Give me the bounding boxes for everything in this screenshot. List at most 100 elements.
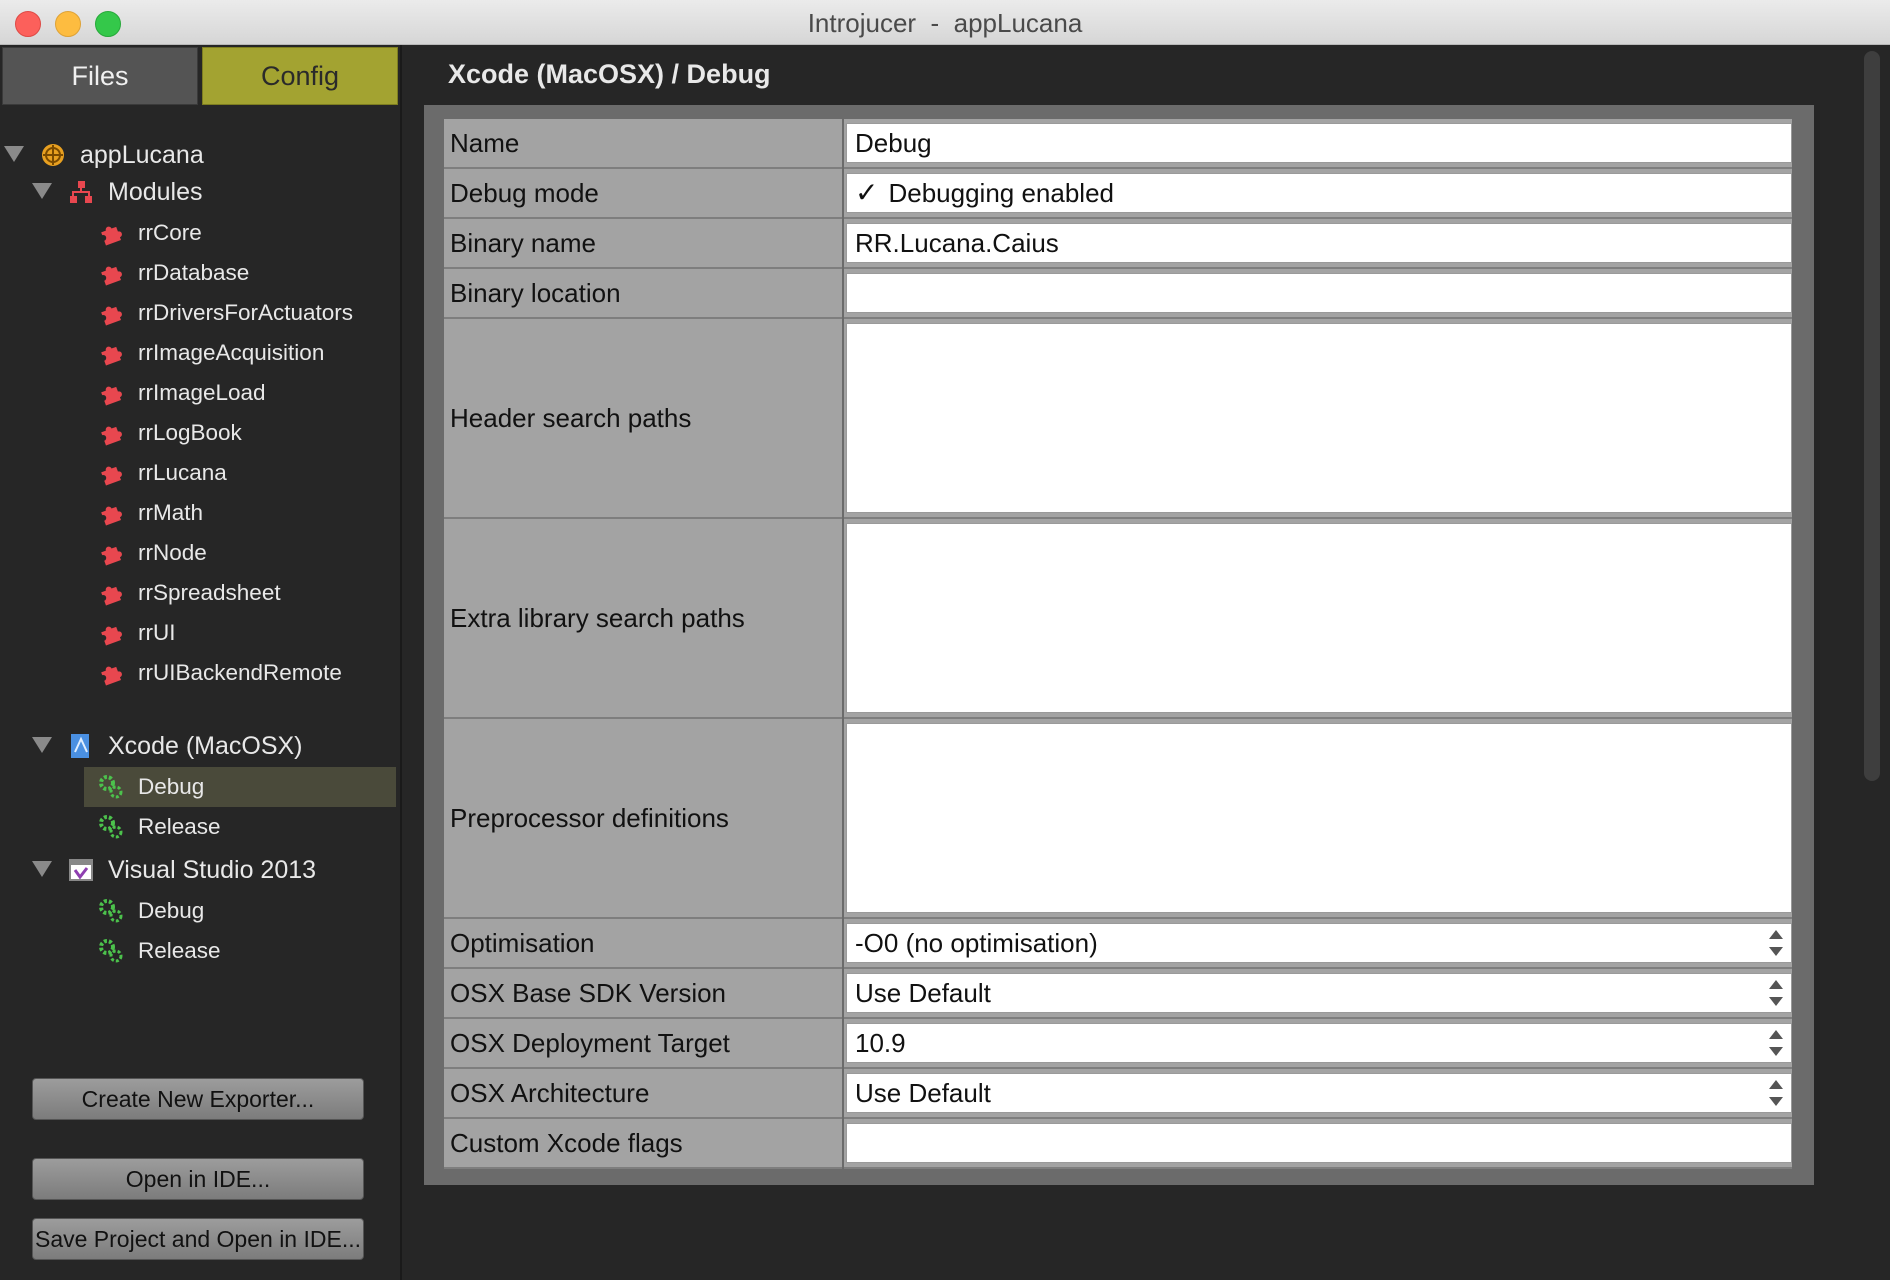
property-row-name: Name Debug: [444, 119, 1792, 169]
module-puzzle-icon: [101, 666, 122, 686]
tree-item-label: rrUI: [138, 620, 176, 645]
custom-xcode-flags-field[interactable]: [846, 1123, 1792, 1163]
tree-item-label: rrDatabase: [138, 260, 250, 285]
tree-item-config-debug[interactable]: Debug: [98, 892, 204, 930]
window-title: Introjucer - appLucana: [807, 8, 1083, 38]
tree-item-config-release[interactable]: Release: [98, 932, 221, 970]
binary-location-field[interactable]: [846, 273, 1792, 313]
main-panel: Xcode (MacOSX) / Debug Name Debug Debug …: [402, 45, 1890, 1280]
tree-item-module[interactable]: rrLogBook: [98, 414, 242, 452]
tree-item-config-debug[interactable]: Debug: [98, 768, 204, 806]
tree-item-label: Release: [138, 938, 221, 963]
tree-item-exporter-xcode[interactable]: Xcode (MacOSX): [68, 727, 303, 765]
tab-config[interactable]: Config: [202, 47, 398, 105]
tree-item-label: rrUIBackendRemote: [138, 660, 342, 685]
module-puzzle-icon: [101, 626, 122, 646]
binary-name-field[interactable]: RR.Lucana.Caius: [846, 223, 1792, 263]
property-label: OSX Deployment Target: [444, 1019, 842, 1069]
select-arrows-icon[interactable]: [1769, 1080, 1783, 1106]
tree-item-module[interactable]: rrCore: [98, 214, 202, 252]
name-field[interactable]: Debug: [846, 123, 1792, 163]
select-arrows-icon[interactable]: [1769, 930, 1783, 956]
open-in-ide-button[interactable]: Open in IDE...: [32, 1158, 364, 1200]
optimisation-select[interactable]: -O0 (no optimisation): [846, 923, 1792, 963]
property-row-binary-location: Binary location: [444, 269, 1792, 319]
debug-mode-toggle[interactable]: ✓ Debugging enabled: [846, 173, 1792, 213]
property-label: Preprocessor definitions: [444, 719, 842, 919]
tree-item-label: rrImageAcquisition: [138, 340, 325, 365]
xcode-icon: [71, 734, 89, 758]
tree-item-modules[interactable]: Modules: [68, 173, 203, 211]
title-bar: Introjucer - appLucana: [0, 0, 1890, 45]
tree-item-module[interactable]: rrNode: [98, 534, 207, 572]
property-label: OSX Base SDK Version: [444, 969, 842, 1019]
config-gear-icon: [99, 899, 123, 923]
tree-item-module[interactable]: rrImageLoad: [98, 374, 266, 412]
create-exporter-button[interactable]: Create New Exporter...: [32, 1078, 364, 1120]
osx-sdk-value: Use Default: [855, 977, 991, 1008]
scrollbar[interactable]: [1864, 51, 1880, 781]
tree-item-module[interactable]: rrLucana: [98, 454, 227, 492]
visual-studio-icon: [69, 859, 93, 881]
config-gear-icon: [99, 775, 123, 799]
property-row-optimisation: Optimisation -O0 (no optimisation): [444, 919, 1792, 969]
tree-item-label: rrMath: [138, 500, 204, 525]
property-label: Extra library search paths: [444, 519, 842, 719]
tree-item-label: Visual Studio 2013: [108, 855, 317, 884]
module-puzzle-icon: [101, 346, 122, 366]
tree-item-module[interactable]: rrSpreadsheet: [98, 574, 281, 612]
property-label: Debug mode: [444, 169, 842, 219]
properties-panel: Name Debug Debug mode ✓ Debugging enable…: [424, 105, 1814, 1185]
tree-item-label: rrLogBook: [138, 420, 242, 445]
tree-item-project[interactable]: appLucana: [40, 136, 204, 174]
osx-sdk-select[interactable]: Use Default: [846, 973, 1792, 1013]
property-row-custom-xcode: Custom Xcode flags: [444, 1119, 1792, 1169]
module-puzzle-icon: [101, 506, 122, 526]
tree-item-label: rrSpreadsheet: [138, 580, 281, 605]
checkmark-icon[interactable]: ✓: [855, 179, 878, 207]
tab-files[interactable]: Files: [2, 47, 198, 105]
tree-item-label: Modules: [108, 177, 203, 206]
tree-item-label: rrLucana: [138, 460, 227, 485]
property-row-osx-target: OSX Deployment Target 10.9: [444, 1019, 1792, 1069]
tree-item-module[interactable]: rrDatabase: [98, 254, 249, 292]
tree-item-label: Debug: [138, 898, 205, 923]
osx-target-value: 10.9: [855, 1027, 906, 1058]
extra-library-search-paths-field[interactable]: [846, 523, 1792, 713]
module-puzzle-icon: [101, 226, 122, 246]
property-row-header-search: Header search paths: [444, 319, 1792, 519]
property-row-osx-sdk: OSX Base SDK Version Use Default: [444, 969, 1792, 1019]
tree-item-module[interactable]: rrUIBackendRemote: [98, 654, 342, 692]
tree-item-label: Debug: [138, 774, 205, 799]
osx-arch-value: Use Default: [855, 1077, 991, 1108]
tree-item-module[interactable]: rrDriversForActuators: [98, 294, 353, 332]
module-puzzle-icon: [101, 386, 122, 406]
tree-item-config-release[interactable]: Release: [98, 808, 221, 846]
expand-arrow-icon[interactable]: [4, 146, 24, 162]
tree-item-module[interactable]: rrMath: [98, 494, 203, 532]
tree-item-module[interactable]: rrImageAcquisition: [98, 334, 324, 372]
sidebar: Files Config appLucana Modules rrCore rr…: [0, 45, 402, 1280]
tree-item-label: Release: [138, 814, 221, 839]
property-label: Optimisation: [444, 919, 842, 969]
property-row-extra-lib-search: Extra library search paths: [444, 519, 1792, 719]
tree-item-module[interactable]: rrUI: [98, 614, 176, 652]
project-icon: [42, 144, 64, 166]
property-label: OSX Architecture: [444, 1069, 842, 1119]
header-search-paths-field[interactable]: [846, 323, 1792, 513]
select-arrows-icon[interactable]: [1769, 980, 1783, 1006]
property-row-osx-arch: OSX Architecture Use Default: [444, 1069, 1792, 1119]
save-and-open-ide-button[interactable]: Save Project and Open in IDE...: [32, 1218, 364, 1260]
tree-item-label: appLucana: [80, 140, 204, 169]
select-arrows-icon[interactable]: [1769, 1030, 1783, 1056]
osx-architecture-select[interactable]: Use Default: [846, 1073, 1792, 1113]
property-row-debug-mode: Debug mode ✓ Debugging enabled: [444, 169, 1792, 219]
expand-arrow-icon[interactable]: [32, 183, 52, 199]
config-gear-icon: [99, 939, 123, 963]
tree-item-exporter-vs2013[interactable]: Visual Studio 2013: [68, 851, 316, 889]
osx-deployment-target-select[interactable]: 10.9: [846, 1023, 1792, 1063]
preprocessor-definitions-field[interactable]: [846, 723, 1792, 913]
expand-arrow-icon[interactable]: [32, 737, 52, 753]
expand-arrow-icon[interactable]: [32, 861, 52, 877]
module-puzzle-icon: [101, 266, 122, 286]
